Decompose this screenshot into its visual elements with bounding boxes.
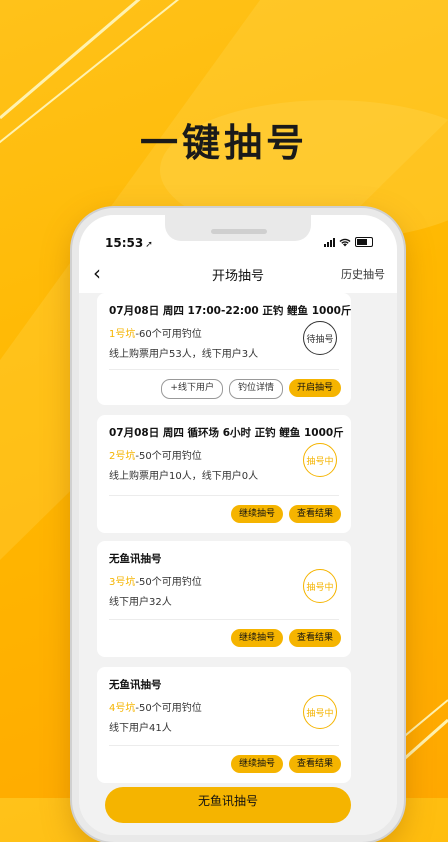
pit-name: 3号坑 <box>109 577 136 588</box>
continue-draw-button[interactable]: 继续抽号 <box>230 755 283 773</box>
time-text: 15:53 <box>105 236 144 250</box>
card-divider <box>109 495 339 496</box>
seat-count: -50个可用钓位 <box>135 577 202 588</box>
pit-info: 3号坑-50个可用钓位 <box>109 573 202 588</box>
session-title: 无鱼讯抽号 <box>109 553 162 565</box>
status-seal: 抽号中 <box>303 443 337 477</box>
session-card: 07月08日 周四 17:00-22:00 正钓 鲤鱼 1000斤 1号坑-60… <box>97 293 351 405</box>
view-results-button[interactable]: 查看结果 <box>288 505 341 523</box>
phone-notch <box>165 215 311 241</box>
pit-name: 2号坑 <box>109 451 136 462</box>
nav-bar: ‹ 开场抽号 历史抽号 <box>79 253 397 293</box>
status-seal: 抽号中 <box>303 569 337 603</box>
user-count: 线上购票用户10人，线下用户0人 <box>109 471 259 482</box>
card-actions: 继续抽号 查看结果 <box>230 755 341 773</box>
pit-name: 1号坑 <box>109 329 136 340</box>
start-draw-button[interactable]: 开启抽号 <box>288 379 341 397</box>
user-count: 线下用户32人 <box>109 597 172 608</box>
history-draw-link[interactable]: 历史抽号 <box>341 266 385 282</box>
status-seal: 抽号中 <box>303 695 337 729</box>
seat-details-button[interactable]: 钓位详情 <box>228 379 283 399</box>
battery-icon <box>355 237 373 247</box>
user-count: 线下用户41人 <box>109 723 172 734</box>
seat-count: -50个可用钓位 <box>135 451 202 462</box>
card-divider <box>109 745 339 746</box>
card-actions: +线下用户 钓位详情 开启抽号 <box>161 379 341 399</box>
phone-speaker <box>211 229 267 234</box>
session-title: 07月08日 周四 17:00-22:00 正钓 鲤鱼 1000斤 <box>109 305 352 317</box>
location-icon: ➚ <box>145 240 153 250</box>
continue-draw-button[interactable]: 继续抽号 <box>230 505 283 523</box>
pit-info: 4号坑-50个可用钓位 <box>109 699 202 714</box>
card-actions: 继续抽号 查看结果 <box>230 505 341 523</box>
status-seal: 待抽号 <box>303 321 337 355</box>
app-screen: 15:53 ➚ ‹ 开场抽号 历史抽号 07月08日 周四 17:00-22:00… <box>79 215 397 835</box>
session-card: 无鱼讯抽号 4号坑-50个可用钓位 线下用户41人 抽号中 继续抽号 查看结果 <box>97 667 351 783</box>
pit-name: 4号坑 <box>109 703 136 714</box>
status-time: 15:53 ➚ <box>105 236 153 250</box>
seat-count: -60个可用钓位 <box>135 329 202 340</box>
system-icons <box>324 237 373 247</box>
view-results-button[interactable]: 查看结果 <box>288 629 341 647</box>
view-results-button[interactable]: 查看结果 <box>288 755 341 773</box>
pit-info: 2号坑-50个可用钓位 <box>109 447 202 462</box>
card-divider <box>109 619 339 620</box>
session-card: 无鱼讯抽号 3号坑-50个可用钓位 线下用户32人 抽号中 继续抽号 查看结果 <box>97 541 351 657</box>
card-divider <box>109 369 339 370</box>
pit-info: 1号坑-60个可用钓位 <box>109 325 202 340</box>
session-title: 无鱼讯抽号 <box>109 679 162 691</box>
user-count: 线上购票用户53人，线下用户3人 <box>109 349 259 360</box>
phone-frame: 15:53 ➚ ‹ 开场抽号 历史抽号 07月08日 周四 17:00-22:00… <box>72 208 404 842</box>
seat-count: -50个可用钓位 <box>135 703 202 714</box>
continue-draw-button[interactable]: 继续抽号 <box>230 629 283 647</box>
wifi-icon <box>339 238 351 246</box>
promo-headline: 一键抽号 <box>139 121 308 165</box>
add-offline-user-button[interactable]: +线下用户 <box>161 379 223 399</box>
session-card: 07月08日 周四 循环场 6小时 正钓 鲤鱼 1000斤 2号坑-50个可用钓… <box>97 415 351 533</box>
signal-icon <box>324 237 335 247</box>
no-info-draw-button[interactable]: 无鱼讯抽号 <box>105 787 351 823</box>
session-title: 07月08日 周四 循环场 6小时 正钓 鲤鱼 1000斤 <box>109 427 344 439</box>
card-actions: 继续抽号 查看结果 <box>230 629 341 647</box>
